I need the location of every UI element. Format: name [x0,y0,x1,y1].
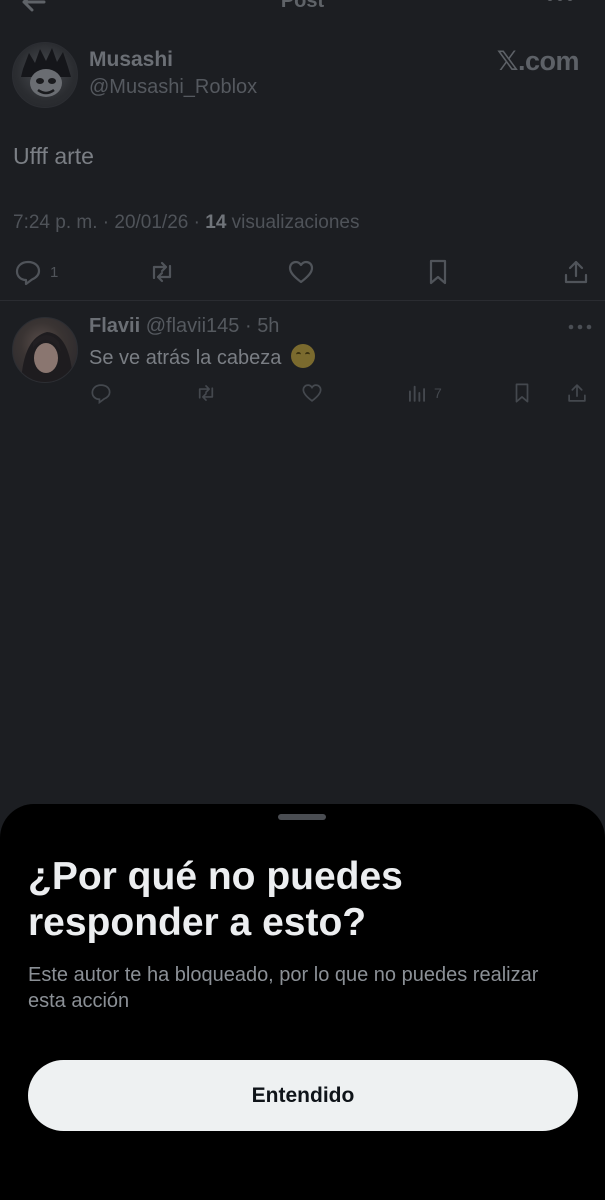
views-count[interactable]: 14 [205,212,226,233]
reply-count: 1 [50,263,59,281]
reply-like-action[interactable] [301,378,323,408]
reply-author-name[interactable]: Flavii [89,315,140,337]
sheet-grabber[interactable] [278,814,326,820]
more-horizontal-icon[interactable] [545,0,575,10]
sheet-description: Este autor te ha bloqueado, por lo que n… [28,964,539,1012]
like-action[interactable] [287,255,315,289]
share-icon [564,260,588,284]
post-time: 7:24 p. m. [13,212,98,233]
sheet-title: ¿Por qué no puedes responder a esto? [28,855,403,944]
reply-comment-action[interactable] [90,378,112,408]
x-com-logo: 𝕏.com [496,46,580,76]
bookmark-icon [429,259,447,285]
understood-button[interactable]: Entendido [28,1060,578,1131]
loudly-crying-face-icon [290,344,315,368]
reply-text: Se ve atrás la cabeza [89,344,315,370]
top-bar: Post [0,0,605,16]
divider [0,300,605,301]
bookmark-icon [515,383,529,403]
page-title: Post [280,0,325,12]
reply-views-action[interactable]: 7 [406,378,442,408]
views-label[interactable]: visualizaciones [232,212,360,233]
reply-text-content: Se ve atrás la cabeza [89,347,282,369]
reply-bookmark-action[interactable] [511,378,533,408]
post-actions: 1 [0,255,605,289]
post-date: 20/01/26 [114,212,189,233]
comment-icon [15,260,41,286]
share-action[interactable] [562,255,590,289]
reply-repost-action[interactable] [195,378,217,408]
reply-header: Flavii @flavii145 · 5h [89,315,280,337]
repost-icon [152,261,172,283]
reply-action[interactable]: 1 [14,255,58,289]
reply-actions: 7 [0,378,605,408]
comment-icon [91,384,111,404]
reply-views-count: 7 [434,385,442,401]
bottom-sheet: ¿Por qué no puedes responder a esto? Est… [0,804,605,1200]
author-name[interactable]: Musashi [89,48,173,72]
author-handle[interactable]: @Musashi_Roblox [89,76,257,99]
repost-action[interactable] [148,255,176,289]
reply-age: 5h [257,315,280,337]
heart-icon [288,260,314,284]
share-icon [568,384,586,402]
post-text: Ufff arte [13,143,94,169]
heart-icon [302,384,322,402]
reply-share-action[interactable] [566,378,588,408]
repost-icon [198,385,214,401]
more-horizontal-icon[interactable] [567,318,593,336]
post-meta: 7:24 p. m. · 20/01/26 · 14 visualizacion… [13,212,360,233]
reply-avatar[interactable] [12,317,78,383]
bar-chart-icon [408,385,426,402]
reply-author-handle[interactable]: @flavii145 [146,315,240,337]
post-screen: Post Musashi @Musashi_Roblox 𝕏.com Ufff … [0,0,605,1200]
bookmark-action[interactable] [424,255,452,289]
author-avatar[interactable] [12,42,78,108]
